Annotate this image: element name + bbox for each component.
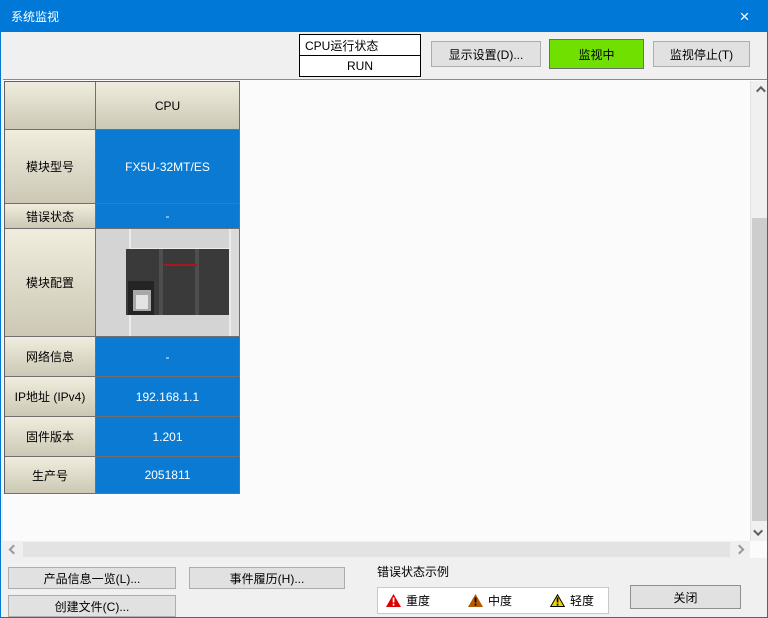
table-corner-cell [5, 82, 96, 130]
scrollbar-left-button[interactable] [5, 541, 22, 558]
event-history-button[interactable]: 事件履历(H)... [189, 567, 345, 589]
chevron-right-icon [735, 545, 745, 555]
close-icon: × [740, 7, 750, 27]
row-label-firmware-version: 固件版本 [5, 417, 96, 457]
module-segment-divider-1 [159, 249, 163, 315]
module-model-value[interactable]: FX5U-32MT/ES [96, 130, 240, 204]
error-legend-box: 重度 中度 轻度 [377, 587, 609, 614]
cpu-run-status-panel: CPU运行状态 RUN [299, 34, 421, 77]
create-file-button[interactable]: 创建文件(C)... [8, 595, 176, 617]
legend-item-moderate: 中度 [468, 592, 512, 609]
ethernet-port-inner [136, 295, 148, 309]
window-title: 系统监视 [1, 8, 722, 25]
config-right-strip [231, 229, 239, 336]
close-button[interactable]: × [722, 1, 767, 32]
row-label-network-info: 网络信息 [5, 337, 96, 377]
minor-warning-icon [550, 594, 565, 607]
moderate-warning-icon [468, 594, 483, 607]
cpu-run-status-label: CPU运行状态 [300, 35, 420, 56]
legend-label-severe: 重度 [406, 592, 430, 609]
error-legend-title: 错误状态示例 [377, 563, 449, 580]
legend-label-moderate: 中度 [488, 592, 512, 609]
row-label-production-number: 生产号 [5, 457, 96, 494]
vertical-scrollbar-thumb[interactable] [752, 218, 767, 521]
firmware-version-value[interactable]: 1.201 [96, 417, 240, 457]
vertical-scrollbar[interactable] [750, 81, 767, 541]
close-dialog-button[interactable]: 关闭 [630, 585, 741, 609]
legend-item-severe: 重度 [386, 592, 430, 609]
ip-address-value[interactable]: 192.168.1.1 [96, 377, 240, 417]
chevron-left-icon [9, 545, 19, 555]
monitor-content-area: CPU 模块型号 FX5U-32MT/ES 错误状态 - 模块配置 [3, 79, 767, 558]
ethernet-port-block [128, 281, 154, 315]
ethernet-port-icon [133, 290, 151, 311]
legend-label-minor: 轻度 [570, 592, 594, 609]
product-info-list-button[interactable]: 产品信息一览(L)... [8, 567, 176, 589]
legend-item-minor: 轻度 [550, 592, 594, 609]
network-info-value[interactable]: - [96, 337, 240, 377]
plc-module-graphic[interactable] [126, 249, 229, 315]
production-number-value[interactable]: 2051811 [96, 457, 240, 494]
system-monitor-dialog: 系统监视 × CPU运行状态 RUN 显示设置(D)... 监视中 监视停止(T… [0, 0, 768, 618]
row-label-module-model: 模块型号 [5, 130, 96, 204]
severe-warning-icon [386, 594, 401, 607]
cpu-run-status-value: RUN [300, 56, 420, 76]
module-red-stripe [164, 264, 197, 266]
chevron-down-icon [753, 526, 763, 536]
title-bar: 系统监视 × [1, 1, 767, 32]
scrollbar-up-button[interactable] [751, 81, 768, 98]
scrollbar-right-button[interactable] [731, 541, 748, 558]
horizontal-scrollbar[interactable] [3, 541, 750, 558]
monitoring-status-button[interactable]: 监视中 [549, 39, 644, 69]
scrollbar-down-button[interactable] [751, 524, 768, 541]
display-settings-button[interactable]: 显示设置(D)... [431, 41, 541, 67]
monitor-stop-button[interactable]: 监视停止(T) [653, 41, 750, 67]
chevron-up-icon [756, 86, 766, 96]
module-segment-divider-2 [195, 249, 199, 315]
error-status-value[interactable]: - [96, 204, 240, 229]
cpu-column-header: CPU [96, 82, 240, 130]
row-label-module-configuration: 模块配置 [5, 229, 96, 337]
module-configuration-cell[interactable] [96, 229, 240, 337]
row-label-error-status: 错误状态 [5, 204, 96, 229]
horizontal-scrollbar-thumb[interactable] [23, 542, 730, 557]
row-label-ip-address: IP地址 (IPv4) [5, 377, 96, 417]
module-info-table: CPU 模块型号 FX5U-32MT/ES 错误状态 - 模块配置 [4, 81, 240, 494]
